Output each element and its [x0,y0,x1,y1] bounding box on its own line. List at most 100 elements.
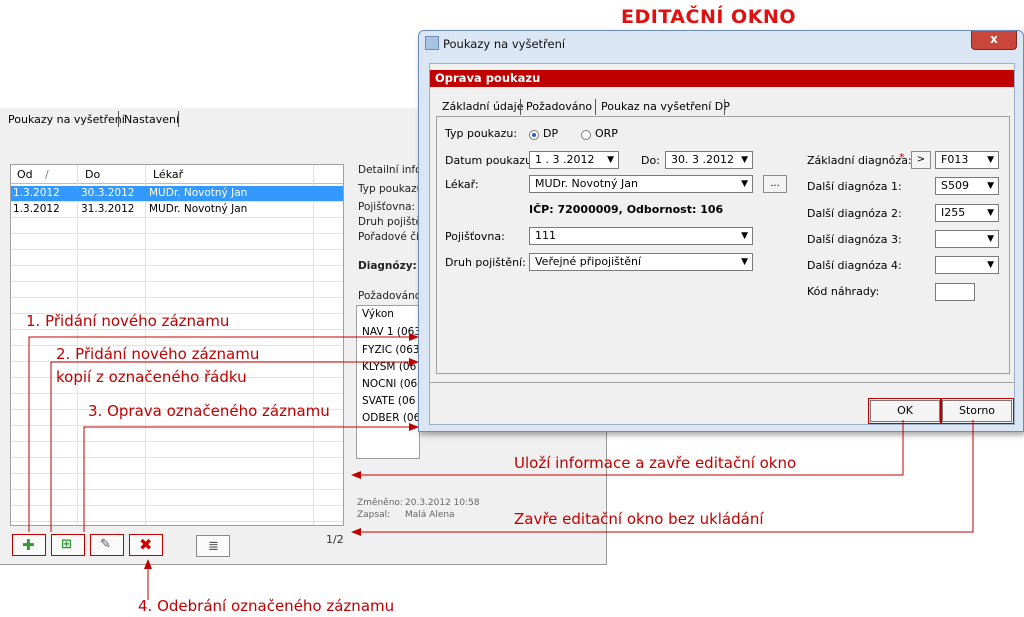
dalsi2-value: I255 [941,206,966,219]
copy-plus-icon: ⊞ [61,537,72,552]
dialog-header-label: Oprava poukazu [435,71,541,85]
dalsi3-select[interactable]: ▼ [935,230,999,248]
annotation-copy-line2: kopií z označeného řádku [56,368,247,386]
pojistovna-value: 111 [535,229,556,242]
dalsi1-select[interactable]: S509 ▼ [935,177,999,195]
table-row-empty [11,282,343,298]
list-item[interactable]: NOCNI (06 [362,378,417,390]
kod-nahrady-label: Kód náhrady: [807,285,880,298]
do-field[interactable]: 30. 3 .2012 ▼ [665,151,753,169]
ok-button[interactable]: OK [868,398,942,424]
table-row-empty [11,234,343,250]
kod-nahrady-input[interactable] [935,283,975,301]
zmeneno-label: Změněno: [357,498,403,508]
zakladni-diagnoza-value: F013 [941,153,969,166]
tab-poukaz-dp[interactable]: Poukaz na vyšetření DP [601,98,730,116]
list-item[interactable]: KLYSM (06 [362,361,416,373]
detail-typ: Typ poukazu [358,183,424,195]
column-header-lekar[interactable]: Lékař [153,168,183,181]
radio-orp[interactable] [581,130,591,140]
cell-do: 31.3.2012 [81,203,135,215]
tab-poukazy[interactable]: Poukazy na vyšetření [6,112,127,128]
copy-record-button[interactable]: ⊞ [51,534,85,556]
druh-value: Veřejné připojištění [535,255,642,268]
zapsal-label: Zapsal: [357,510,391,520]
diagnosis-lookup-button[interactable]: > [911,151,931,169]
table-row-empty [11,266,343,282]
chevron-down-icon: ▼ [987,208,994,218]
list-item[interactable]: FYZIC (063 [362,344,419,356]
do-value: 30. 3 .2012 [671,153,734,166]
table-row[interactable]: 1.3.2012 31.3.2012 MUDr. Novotný Jan [11,202,343,218]
tab-separator [520,99,521,115]
sort-indicator: / [45,168,49,181]
plus-icon: ✚ [22,536,35,554]
tab-separator [724,99,725,115]
list-item[interactable]: ODBER (06 [362,412,419,424]
cell-od: 1.3.2012 [13,187,60,199]
list-item[interactable]: SVATE (06 [362,395,415,407]
radio-dp[interactable] [529,130,539,140]
chevron-down-icon: ▼ [607,155,614,165]
table-row-empty [11,218,343,234]
dialog-header: Oprava poukazu [430,70,1014,87]
dalsi1-label: Další diagnóza 1: [807,180,902,193]
browse-lekar-button[interactable]: ... [763,175,787,193]
chevron-down-icon: ▼ [987,181,994,191]
tab-zakladni-udaje[interactable]: Základní údaje [442,98,523,116]
dalsi1-value: S509 [941,179,969,192]
tab-separator [595,99,596,115]
dalsi4-select[interactable]: ▼ [935,256,999,274]
detail-toggle-button[interactable]: ≣ [196,535,230,557]
annotation-copy-line1: 2. Přidání nového záznamu [56,345,260,363]
column-header-od[interactable]: Od [17,168,33,181]
chevron-down-icon: ▼ [741,179,748,189]
lekar-value: MUDr. Novotný Jan [535,177,638,190]
chevron-down-icon: ▼ [987,155,994,165]
window-icon [425,36,439,50]
lekar-label: Lékař: [445,178,479,191]
datum-value: 1 . 3 .2012 [535,153,595,166]
vykon-list: Výkon NAV 1 (063 FYZIC (063 KLYSM (06 NO… [356,305,420,459]
lekar-select[interactable]: MUDr. Novotný Jan ▼ [529,175,753,193]
edit-record-button[interactable]: ✎ [90,534,124,556]
vykon-header: Výkon [362,308,394,320]
tab-nastaveni[interactable]: Nastavení [122,112,181,128]
detail-poradove: Pořadové čí [358,231,419,243]
cell-do: 30.3.2012 [81,187,135,199]
chevron-down-icon: ▼ [741,155,748,165]
pojistovna-label: Pojišťovna: [445,230,505,243]
edit-icon: ✎ [100,537,111,552]
table-row[interactable]: 1.3.2012 30.3.2012 MUDr. Novotný Jan [11,186,343,202]
close-button[interactable]: x [971,31,1017,50]
basic-data-panel: Typ poukazu: DP ORP Datum poukazu: 1 . 3… [436,116,1010,374]
druh-select[interactable]: Veřejné připojištění ▼ [529,253,753,271]
tab-pozadovano[interactable]: Požadováno [526,98,592,116]
list-icon: ≣ [208,539,219,554]
chevron-down-icon: ▼ [987,260,994,270]
delete-record-button[interactable]: ✖ [129,534,163,556]
list-item[interactable]: NAV 1 (063 [362,326,419,338]
tab-separator [178,111,179,127]
table-row-empty [11,250,343,266]
cell-lekar: MUDr. Novotný Jan [149,187,248,199]
column-header-do[interactable]: Do [85,168,100,181]
delete-x-icon: ✖ [139,535,153,554]
chevron-down-icon: ▼ [741,257,748,267]
zakladni-diagnoza-label: Základní diagnóza: [807,154,912,167]
radio-dp-label: DP [543,127,559,140]
storno-button[interactable]: Storno [940,398,1014,424]
datum-field[interactable]: 1 . 3 .2012 ▼ [529,151,619,169]
add-record-button[interactable]: ✚ [12,534,46,556]
typ-label: Typ poukazu: [445,127,518,140]
dialog-body: Oprava poukazu Základní údaje Požadováno… [429,63,1015,425]
pager: 1/2 [326,533,344,546]
dalsi2-select[interactable]: I255 ▼ [935,204,999,222]
zakladni-diagnoza-select[interactable]: F013 ▼ [935,151,999,169]
table-row-empty [11,330,343,346]
zapsal-value: Malá Alena [405,510,455,520]
pojistovna-select[interactable]: 111 ▼ [529,227,753,245]
annotation-add: 1. Přidání nového záznamu [26,312,230,330]
table-row-empty [11,458,343,474]
annotation-storno: Zavře editační okno bez ukládání [514,510,764,528]
